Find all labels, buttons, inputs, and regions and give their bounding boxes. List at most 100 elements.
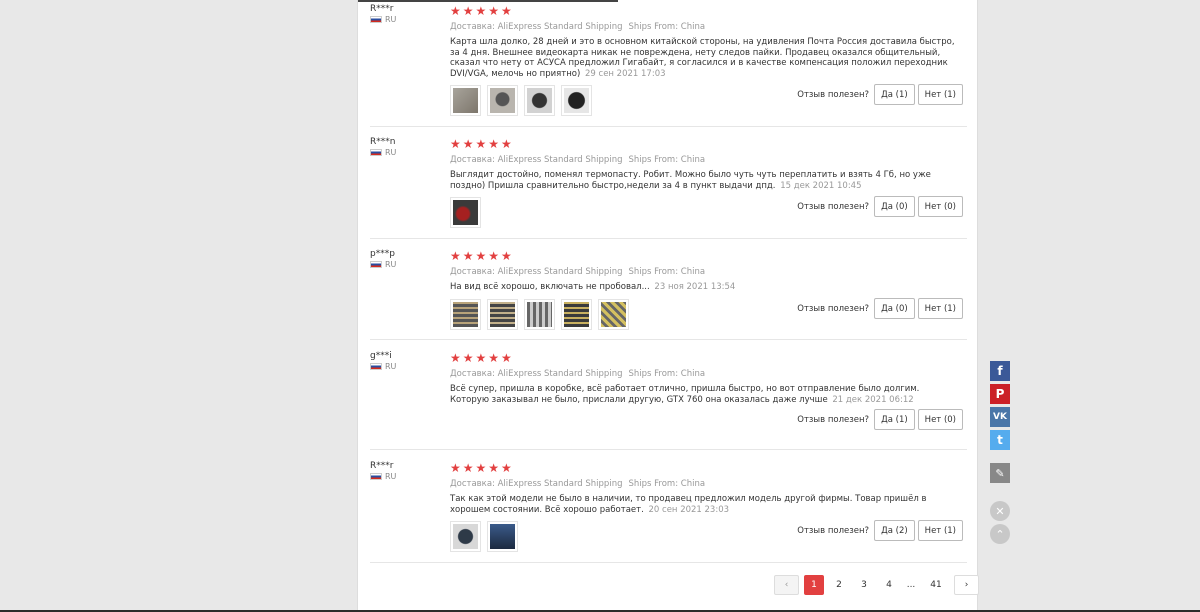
flag-icon: [370, 473, 382, 480]
ships-from: Ships From: China: [628, 369, 706, 379]
review-item: R***n RU ★★★★★ Доставка: AliExpress Stan…: [370, 137, 967, 239]
review-photo[interactable]: [450, 298, 481, 330]
helpful-yes-button[interactable]: Да (1): [874, 84, 915, 105]
review-photo[interactable]: [487, 521, 518, 552]
helpful-no-button[interactable]: Нет (0): [917, 409, 963, 430]
review-text: Выглядит достойно, поменял термопасту. Р…: [450, 170, 955, 191]
review-body: ★★★★★ Доставка: AliExpress Standard Ship…: [450, 351, 967, 405]
helpful-label: Отзыв полезен?: [797, 201, 870, 212]
review-photo[interactable]: [598, 298, 629, 330]
prev-page-button[interactable]: ‹: [774, 575, 799, 595]
review-content: На вид всё хорошо, включать не пробовал.…: [450, 282, 650, 292]
helpful-yes-button[interactable]: Да (0): [874, 298, 915, 319]
review-photo[interactable]: [524, 85, 555, 116]
twitter-icon[interactable]: t: [990, 430, 1010, 450]
review-photo[interactable]: [524, 298, 555, 330]
page-button-2[interactable]: 2: [829, 575, 849, 595]
helpful-row: Отзыв полезен? Да (0) Нет (0): [797, 196, 963, 217]
review-country: RU: [370, 260, 440, 269]
shipping-info: Доставка: AliExpress Standard Shipping Sh…: [450, 479, 967, 490]
flag-icon: [370, 363, 382, 370]
review-username: R***r: [370, 461, 394, 471]
review-user: R***r RU: [370, 4, 440, 24]
ships-from: Ships From: China: [628, 155, 706, 165]
review-user: R***n RU: [370, 137, 440, 157]
flag-icon: [370, 261, 382, 268]
review-photo[interactable]: [450, 197, 481, 228]
pagination-ellipsis: ...: [904, 575, 918, 595]
star-rating: ★★★★★: [450, 351, 514, 365]
country-code: RU: [385, 472, 397, 481]
review-text: На вид всё хорошо, включать не пробовал.…: [450, 282, 955, 293]
page-button-3[interactable]: 3: [854, 575, 874, 595]
helpful-label: Отзыв полезен?: [797, 525, 870, 536]
scroll-up-icon[interactable]: ⌃: [990, 524, 1010, 544]
review-photo[interactable]: [450, 521, 481, 552]
ships-from: Ships From: China: [628, 267, 706, 277]
vk-icon[interactable]: VK: [990, 407, 1010, 427]
review-country: RU: [370, 15, 440, 24]
review-username: p***p: [370, 249, 395, 259]
review-user: R***r RU: [370, 461, 440, 481]
helpful-row: Отзыв полезен? Да (1) Нет (0): [797, 409, 963, 430]
helpful-yes-button[interactable]: Да (1): [874, 409, 915, 430]
facebook-icon[interactable]: f: [990, 361, 1010, 381]
page-button-last[interactable]: 41: [923, 575, 949, 595]
helpful-no-button[interactable]: Нет (1): [917, 84, 963, 105]
star-rating: ★★★★★: [450, 4, 514, 18]
review-username: R***n: [370, 137, 396, 147]
social-share-bar: f P VK t: [990, 361, 1010, 450]
review-country: RU: [370, 362, 440, 371]
edit-icon[interactable]: ✎: [990, 463, 1010, 483]
shipping-method: Доставка: AliExpress Standard Shipping: [450, 22, 623, 32]
pinterest-icon[interactable]: P: [990, 384, 1010, 404]
pagination: ‹ 1 2 3 4 ... 41 ›: [774, 575, 979, 595]
flag-icon: [370, 16, 382, 23]
review-item: g***i RU ★★★★★ Доставка: AliExpress Stan…: [370, 351, 967, 450]
country-code: RU: [385, 362, 397, 371]
helpful-yes-button[interactable]: Да (0): [874, 196, 915, 217]
helpful-label: Отзыв полезен?: [797, 303, 870, 314]
star-rating: ★★★★★: [450, 461, 514, 475]
review-text: Всё супер, пришла в коробке, всё работае…: [450, 384, 955, 405]
page-button-4[interactable]: 4: [879, 575, 899, 595]
review-country: RU: [370, 148, 440, 157]
shipping-method: Доставка: AliExpress Standard Shipping: [450, 369, 623, 379]
review-date: 23 ноя 2021 13:54: [654, 282, 736, 292]
review-item: R***r RU ★★★★★ Доставка: AliExpress Stan…: [370, 4, 967, 127]
country-code: RU: [385, 148, 397, 157]
star-rating: ★★★★★: [450, 249, 514, 263]
page-button-1[interactable]: 1: [804, 575, 824, 595]
review-country: RU: [370, 472, 440, 481]
star-rating: ★★★★★: [450, 137, 514, 151]
close-icon[interactable]: ✕: [990, 501, 1010, 521]
helpful-no-button[interactable]: Нет (1): [917, 298, 963, 319]
review-photo[interactable]: [561, 85, 592, 116]
review-photo[interactable]: [450, 85, 481, 116]
ships-from: Ships From: China: [628, 479, 706, 489]
helpful-row: Отзыв полезен? Да (2) Нет (1): [797, 520, 963, 541]
review-user: p***p RU: [370, 249, 440, 269]
shipping-method: Доставка: AliExpress Standard Shipping: [450, 479, 623, 489]
review-text: Так как этой модели не было в наличии, т…: [450, 494, 955, 515]
review-text: Карта шла долко, 28 дней и это в основно…: [450, 37, 955, 79]
helpful-no-button[interactable]: Нет (1): [917, 520, 963, 541]
shipping-info: Доставка: AliExpress Standard Shipping Sh…: [450, 267, 967, 278]
review-date: 29 сен 2021 17:03: [585, 68, 666, 79]
ships-from: Ships From: China: [628, 22, 706, 32]
helpful-yes-button[interactable]: Да (2): [874, 520, 915, 541]
helpful-label: Отзыв полезен?: [797, 414, 870, 425]
shipping-method: Доставка: AliExpress Standard Shipping: [450, 267, 623, 277]
review-username: R***r: [370, 4, 394, 14]
review-content: Карта шла долко, 28 дней и это в основно…: [450, 37, 955, 79]
review-date: 20 сен 2021 23:03: [648, 504, 730, 515]
shipping-info: Доставка: AliExpress Standard Shipping Sh…: [450, 155, 967, 166]
review-photo[interactable]: [487, 298, 518, 330]
flag-icon: [370, 149, 382, 156]
review-item: p***p RU ★★★★★ Доставка: AliExpress Stan…: [370, 249, 967, 340]
helpful-no-button[interactable]: Нет (0): [917, 196, 963, 217]
review-photo[interactable]: [561, 298, 592, 330]
review-photo[interactable]: [487, 85, 518, 116]
next-page-button[interactable]: ›: [954, 575, 979, 595]
review-user: g***i RU: [370, 351, 440, 371]
